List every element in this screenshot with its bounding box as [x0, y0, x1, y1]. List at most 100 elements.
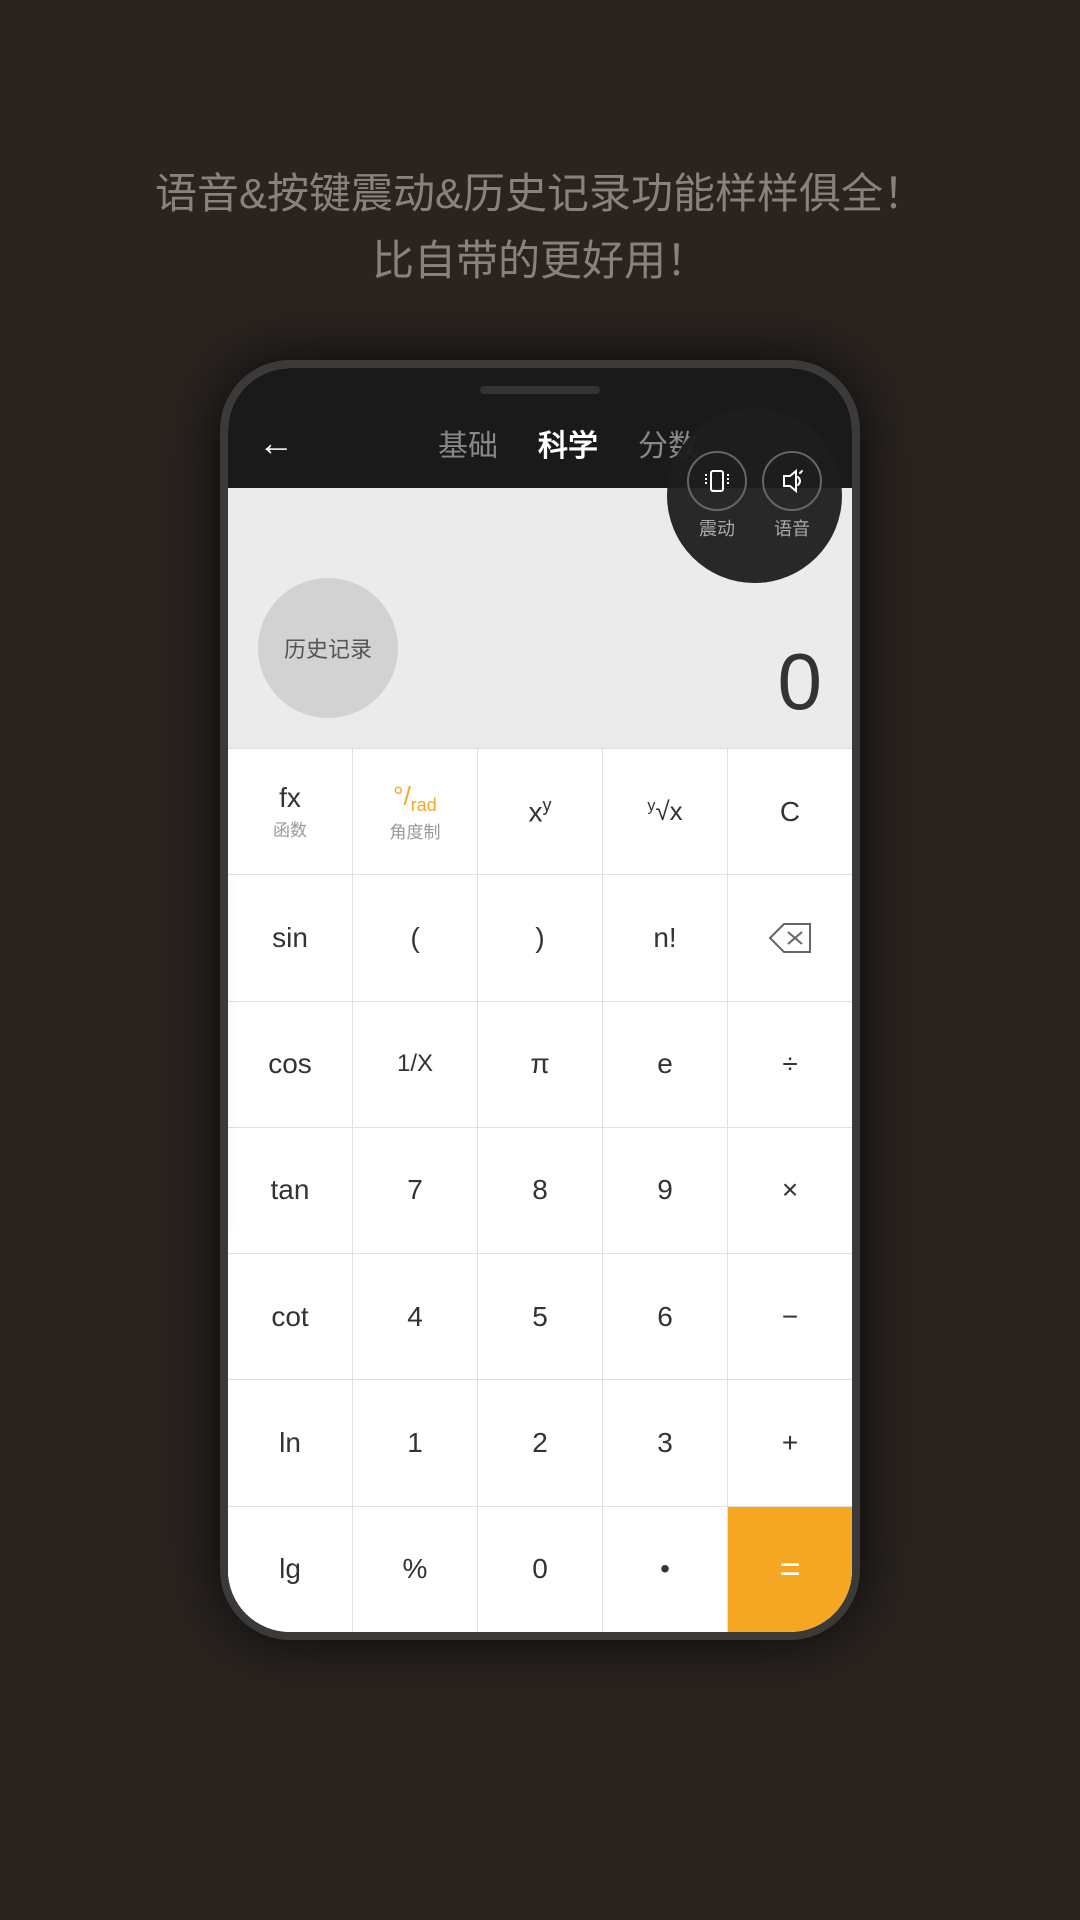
vibrate-icon: [701, 465, 733, 497]
key-divide[interactable]: ÷: [728, 1002, 852, 1127]
key-fx-text: fx: [279, 782, 301, 814]
key-rparen[interactable]: ): [478, 875, 603, 1000]
key-factorial[interactable]: n!: [603, 875, 728, 1000]
key-tan[interactable]: tan: [228, 1128, 353, 1253]
phone-mockup: ← 基础 科学 分数: [220, 360, 860, 1780]
key-1[interactable]: 1: [353, 1380, 478, 1505]
key-fx-sub: 函数: [273, 816, 307, 841]
key-euler[interactable]: e: [603, 1002, 728, 1127]
key-lg-text: lg: [279, 1553, 301, 1585]
key-euler-text: e: [657, 1048, 673, 1080]
key-6[interactable]: 6: [603, 1254, 728, 1379]
key-clear[interactable]: C: [728, 749, 852, 874]
key-row-0: fx 函数 fx-1反函数 sin-1 cos-1 tan-1 cot-1: [228, 749, 852, 875]
key-7[interactable]: 7: [353, 1128, 478, 1253]
key-5[interactable]: 5: [478, 1254, 603, 1379]
key-percent[interactable]: %: [353, 1507, 478, 1632]
key-factorial-text: n!: [653, 922, 676, 954]
phone-frame: ← 基础 科学 分数: [220, 360, 860, 1640]
calculator-screen: ← 基础 科学 分数: [228, 368, 852, 1632]
key-tan-text: tan: [271, 1174, 310, 1206]
key-0-text: 0: [532, 1553, 548, 1585]
key-add-text: +: [782, 1427, 798, 1459]
key-xpowy-text: xy: [529, 795, 552, 828]
key-row-4: cot 4 5 6 −: [228, 1254, 852, 1380]
key-pi-text: π: [530, 1048, 549, 1080]
key-2-text: 2: [532, 1427, 548, 1459]
key-3[interactable]: 3: [603, 1380, 728, 1505]
key-equals[interactable]: =: [728, 1507, 852, 1632]
key-6-text: 6: [657, 1301, 673, 1333]
key-8-text: 8: [532, 1174, 548, 1206]
key-reciprocal[interactable]: 1/X: [353, 1002, 478, 1127]
phone-speaker: [480, 386, 600, 394]
key-multiply[interactable]: ×: [728, 1128, 852, 1253]
key-decimal[interactable]: •: [603, 1507, 728, 1632]
key-cot-text: cot: [271, 1301, 308, 1333]
key-ln-text: ln: [279, 1427, 301, 1459]
voice-label: 语音: [774, 515, 810, 541]
key-angle-text: °/rad: [393, 781, 437, 816]
key-cot[interactable]: cot: [228, 1254, 353, 1379]
key-percent-text: %: [403, 1553, 428, 1585]
voice-icon: [776, 465, 808, 497]
tab-basic[interactable]: 基础: [438, 421, 498, 465]
key-3-text: 3: [657, 1427, 673, 1459]
key-reciprocal-text: 1/X: [397, 1050, 433, 1078]
key-multiply-text: ×: [782, 1174, 798, 1206]
voice-icon-circle: [762, 451, 822, 511]
key-clear-text: C: [780, 796, 800, 828]
key-subtract[interactable]: −: [728, 1254, 852, 1379]
key-xpowy[interactable]: xy: [478, 749, 603, 874]
key-yroot-text: y√x: [647, 796, 682, 827]
key-row-2: cos 1/X π e ÷: [228, 1002, 852, 1128]
vibrate-icon-circle: [687, 451, 747, 511]
floating-icons-panel: 震动 语音: [667, 408, 842, 583]
key-rparen-text: ): [535, 922, 544, 954]
history-button[interactable]: 历史记录: [258, 578, 398, 718]
key-lg[interactable]: lg: [228, 1507, 353, 1632]
key-4[interactable]: 4: [353, 1254, 478, 1379]
key-subtract-text: −: [782, 1301, 798, 1333]
key-row-3: tan 7 8 9 ×: [228, 1128, 852, 1254]
key-cos[interactable]: cos: [228, 1002, 353, 1127]
key-sin-text: sin: [272, 922, 308, 954]
promo-text: 语音&按键震动&历史记录功能样样俱全！ 比自带的更好用！: [0, 0, 1080, 374]
backspace-icon: [768, 922, 812, 954]
key-lparen-text: (: [410, 922, 419, 954]
key-lparen[interactable]: (: [353, 875, 478, 1000]
key-sin[interactable]: sin: [228, 875, 353, 1000]
key-5-text: 5: [532, 1301, 548, 1333]
key-backspace[interactable]: [728, 875, 852, 1000]
phone-side-button-left: [220, 568, 222, 628]
key-2[interactable]: 2: [478, 1380, 603, 1505]
key-7-text: 7: [407, 1174, 423, 1206]
key-row-5: ln 1 2 3 +: [228, 1380, 852, 1506]
key-4-text: 4: [407, 1301, 423, 1333]
key-9-text: 9: [657, 1174, 673, 1206]
key-row-1: sin ( ) n!: [228, 875, 852, 1001]
display-value: 0: [778, 636, 823, 728]
key-cos-text: cos: [268, 1048, 312, 1080]
navbar: ← 基础 科学 分数: [228, 398, 852, 488]
key-1-text: 1: [407, 1427, 423, 1459]
back-button[interactable]: ←: [258, 422, 294, 464]
key-ln[interactable]: ln: [228, 1380, 353, 1505]
key-angle[interactable]: °/rad 角度制: [353, 749, 478, 874]
key-0[interactable]: 0: [478, 1507, 603, 1632]
tab-science[interactable]: 科学: [538, 421, 598, 465]
key-fx[interactable]: fx 函数 fx-1反函数 sin-1 cos-1 tan-1 cot-1: [228, 749, 353, 874]
key-decimal-text: •: [660, 1553, 670, 1585]
key-yroot[interactable]: y√x: [603, 749, 728, 874]
key-9[interactable]: 9: [603, 1128, 728, 1253]
key-equals-text: =: [779, 1548, 800, 1590]
key-row-6: lg % 0 • =: [228, 1507, 852, 1632]
vibrate-icon-item[interactable]: 震动: [687, 451, 747, 541]
vibrate-label: 震动: [699, 515, 735, 541]
key-pi[interactable]: π: [478, 1002, 603, 1127]
keyboard: fx 函数 fx-1反函数 sin-1 cos-1 tan-1 cot-1: [228, 748, 852, 1632]
voice-icon-item[interactable]: 语音: [762, 451, 822, 541]
phone-side-button-right: [858, 548, 860, 628]
key-8[interactable]: 8: [478, 1128, 603, 1253]
key-add[interactable]: +: [728, 1380, 852, 1505]
